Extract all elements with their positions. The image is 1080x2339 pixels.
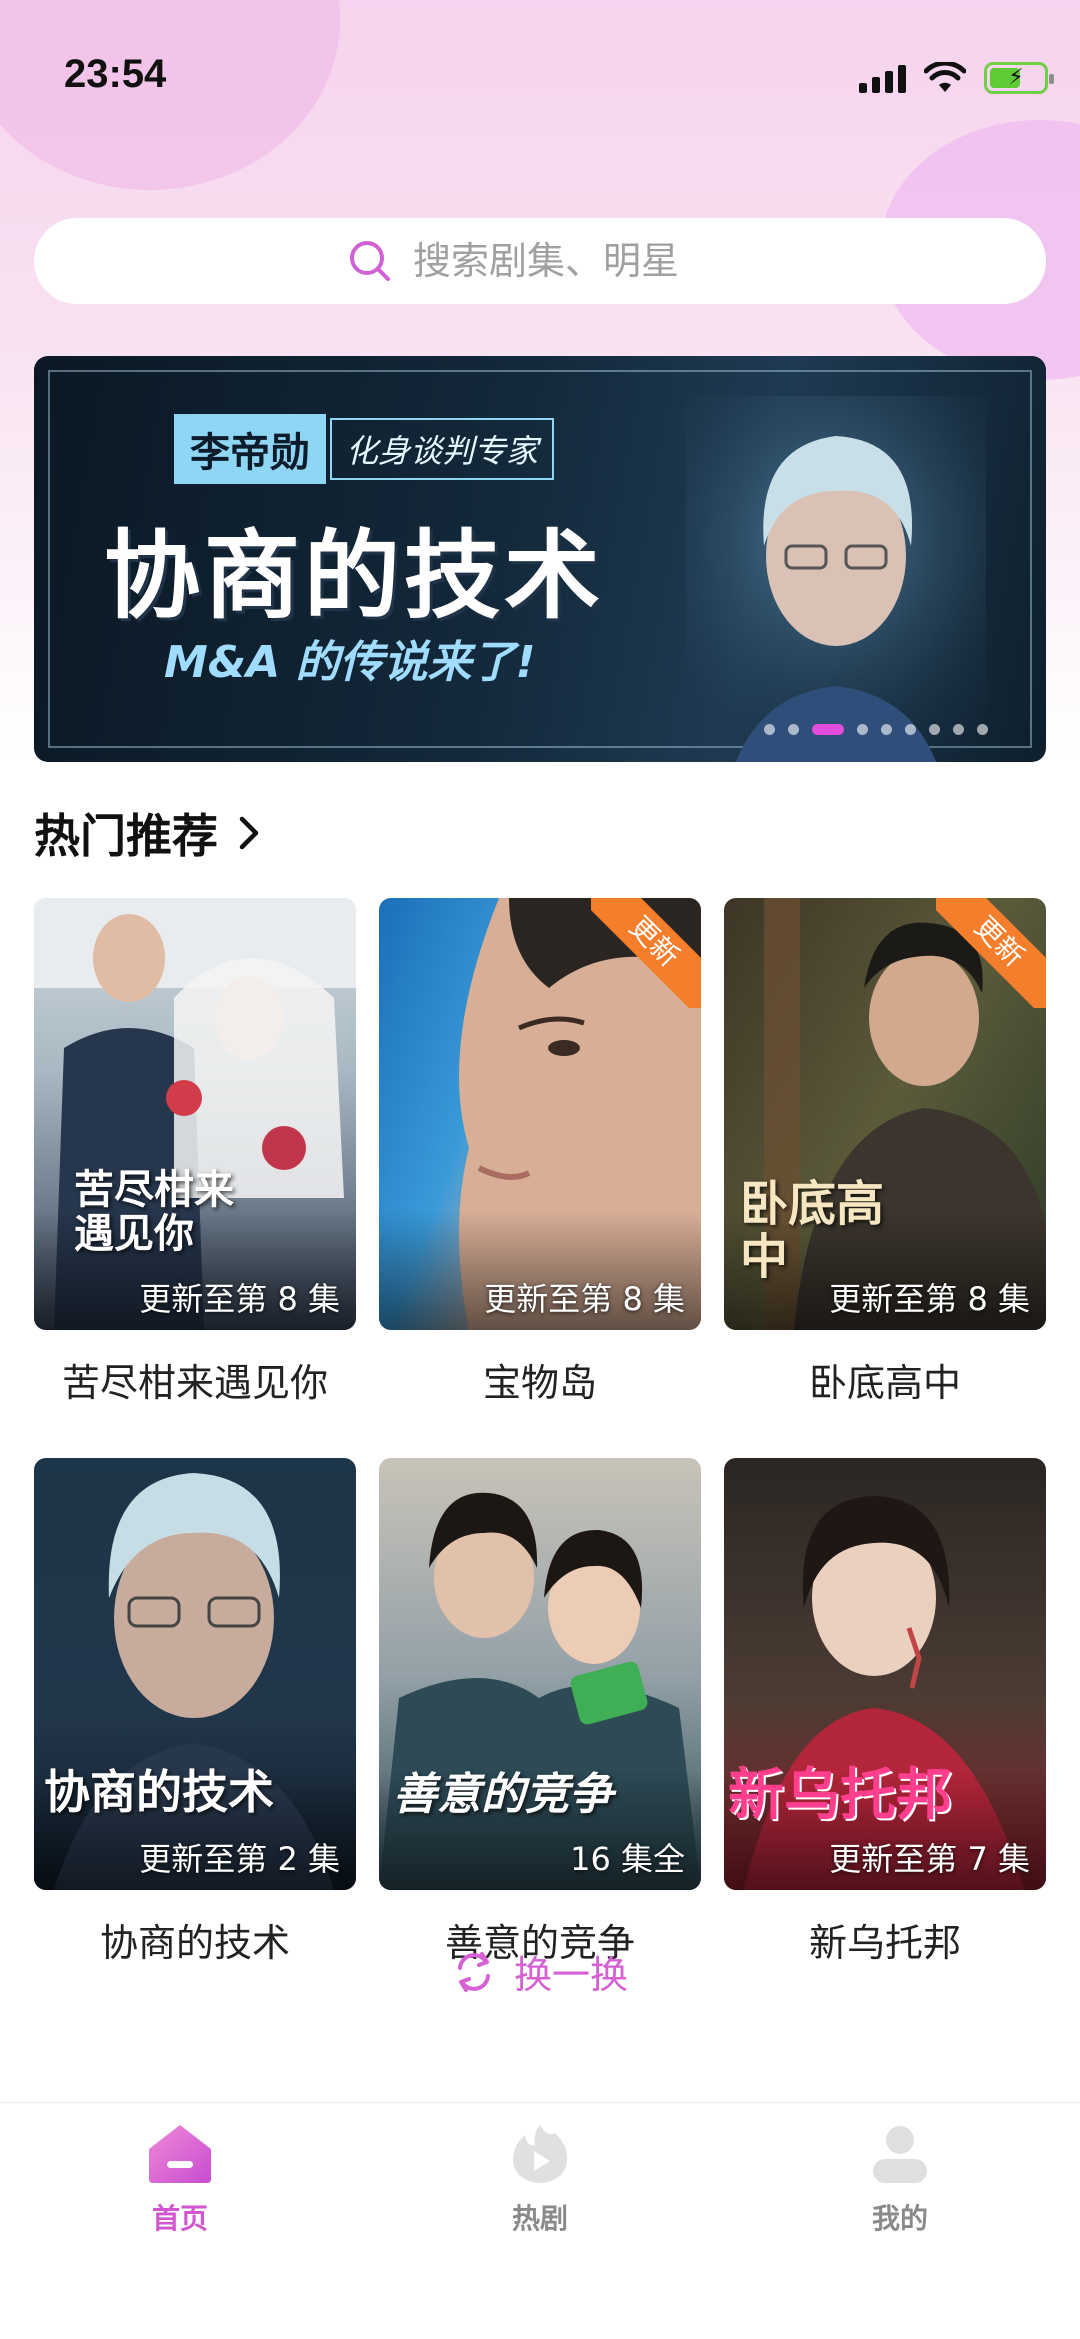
- episode-status: 更新至第 2 集: [139, 1840, 340, 1878]
- poster-overlay-title: 苦尽柑来遇见你: [74, 1167, 234, 1257]
- show-card[interactable]: 新乌托邦 更新至第 7 集 新乌托邦: [724, 1458, 1046, 1967]
- show-card[interactable]: 协商的技术 更新至第 2 集 协商的技术: [34, 1458, 356, 1967]
- poster-overlay-title: 卧底高中: [740, 1176, 885, 1285]
- tab-profile-label: 我的: [871, 2202, 928, 2235]
- show-card[interactable]: 更新 卧底高中 更新至第 8 集 卧底高中: [724, 898, 1046, 1407]
- tab-profile[interactable]: 我的: [820, 2123, 980, 2237]
- cellular-signal-icon: [859, 63, 906, 93]
- show-title: 卧底高中: [808, 1361, 961, 1405]
- show-poster[interactable]: 新乌托邦 更新至第 7 集: [724, 1458, 1046, 1890]
- promo-banner[interactable]: 李帝勋 化身谈判专家 协商的技术 M&A 的传说来了!: [34, 356, 1046, 762]
- banner-actor-role: 化身谈判专家: [330, 418, 555, 480]
- episode-status: 更新至第 8 集: [829, 1280, 1030, 1318]
- update-badge: 更新: [591, 898, 701, 1008]
- profile-icon: [873, 2126, 927, 2183]
- refresh-label: 换一换: [513, 1953, 628, 1997]
- section-hot-recommend[interactable]: 热门推荐: [34, 800, 264, 866]
- show-poster[interactable]: 更新 更新至第 8 集: [379, 898, 701, 1330]
- refresh-icon: [457, 1951, 490, 1992]
- banner-actor-image: [686, 396, 986, 762]
- search-input[interactable]: [413, 239, 733, 283]
- chevron-right-icon: [239, 816, 259, 850]
- episode-status: 16 集全: [570, 1840, 685, 1878]
- status-time: 23:54: [64, 52, 167, 96]
- carousel-indicator: [764, 724, 988, 735]
- play-flame-icon: [513, 2125, 568, 2183]
- banner-actor-name: 李帝勋: [174, 414, 326, 484]
- battery-icon: ⚡: [984, 62, 1054, 94]
- section-title: 热门推荐: [34, 809, 218, 863]
- refresh-button[interactable]: 换一换: [0, 1944, 1080, 1999]
- episode-status: 更新至第 7 集: [829, 1840, 1030, 1878]
- search-bar[interactable]: [34, 218, 1046, 304]
- show-poster[interactable]: 善意的竞争 16 集全: [379, 1458, 701, 1890]
- update-badge: 更新: [936, 898, 1046, 1008]
- poster-overlay-title: 善意的竞争: [393, 1769, 613, 1820]
- show-card[interactable]: 更新 更新至第 8 集 宝物岛: [379, 898, 701, 1407]
- show-poster[interactable]: 协商的技术 更新至第 2 集: [34, 1458, 356, 1890]
- show-card[interactable]: 善意的竞争 16 集全 善意的竞争: [379, 1458, 701, 1967]
- status-bar: 23:54 ⚡: [0, 0, 1080, 150]
- show-card[interactable]: 苦尽柑来遇见你 更新至第 8 集 苦尽柑来遇见你: [34, 898, 356, 1407]
- banner-subtitle: M&A 的传说来了!: [164, 637, 536, 688]
- show-title: 苦尽柑来遇见你: [61, 1361, 328, 1405]
- tab-home[interactable]: 首页: [100, 2123, 260, 2237]
- show-poster[interactable]: 苦尽柑来遇见你 更新至第 8 集: [34, 898, 356, 1330]
- bottom-tab-bar: 首页 热剧 我的: [0, 2102, 1080, 2339]
- banner-tag: 李帝勋 化身谈判专家: [174, 414, 555, 484]
- banner-title: 协商的技术: [104, 520, 604, 632]
- home-icon: [149, 2125, 211, 2183]
- search-icon: [350, 241, 390, 281]
- status-icons: ⚡: [859, 58, 1054, 98]
- tab-home-label: 首页: [151, 2202, 208, 2235]
- poster-overlay-title: 协商的技术: [44, 1765, 274, 1819]
- tab-hot-dramas[interactable]: 热剧: [460, 2123, 620, 2237]
- show-title: 宝物岛: [482, 1361, 597, 1405]
- episode-status: 更新至第 8 集: [139, 1280, 340, 1318]
- tab-hot-dramas-label: 热剧: [511, 2202, 568, 2235]
- episode-status: 更新至第 8 集: [484, 1280, 685, 1318]
- show-poster[interactable]: 更新 卧底高中 更新至第 8 集: [724, 898, 1046, 1330]
- wifi-icon: [924, 62, 966, 92]
- poster-overlay-title: 新乌托邦: [728, 1763, 952, 1828]
